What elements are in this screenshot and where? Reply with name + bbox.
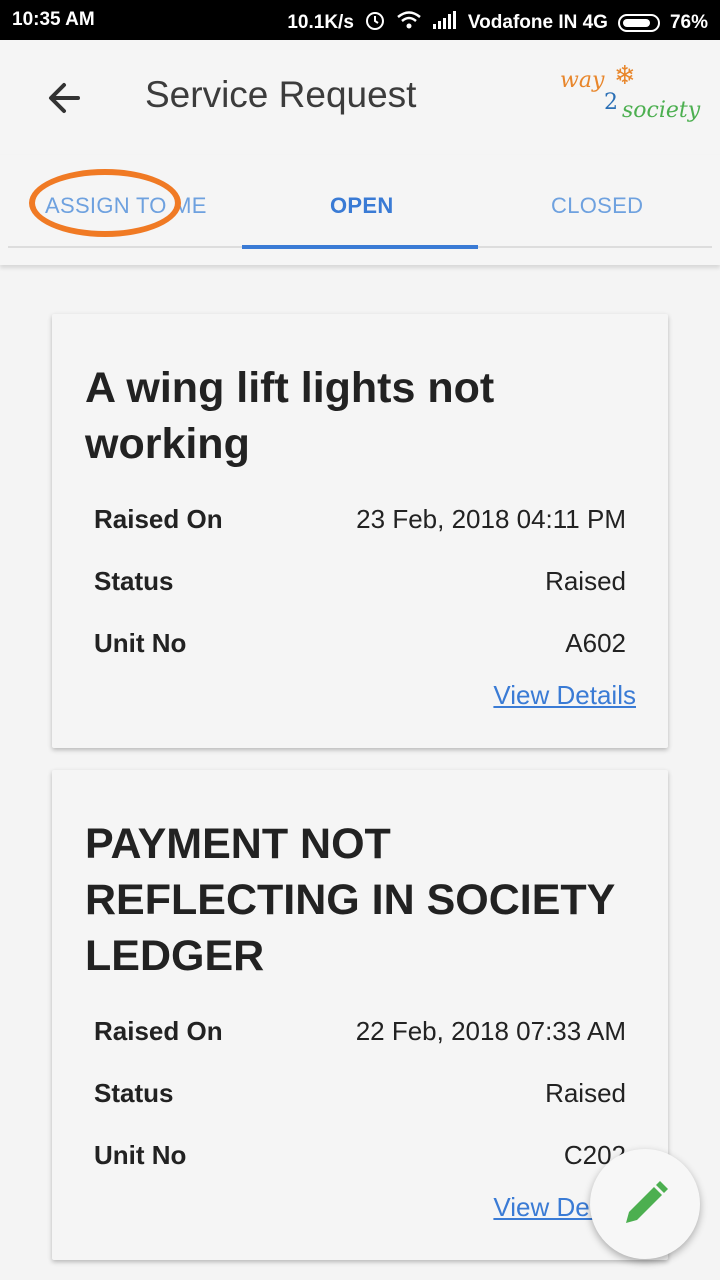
status-label: Status: [94, 566, 174, 596]
raised-on-value: 23 Feb, 2018 04:11 PM: [356, 504, 626, 534]
request-title: A wing lift lights not working: [85, 364, 495, 468]
status-bar: 10:35 AM 10.1K/s Vodafone IN 4G 76%: [0, 0, 720, 40]
network-speed: 10.1K/s: [287, 12, 354, 33]
raised-on-value: 22 Feb, 2018 07:33 AM: [355, 1016, 626, 1046]
annotation-highlight-oval: [29, 169, 181, 237]
way2society-logo: way ❄ 2 society: [560, 60, 701, 123]
unit-label: Unit No: [94, 1140, 187, 1170]
back-arrow-icon[interactable]: [44, 78, 84, 118]
active-tab-indicator: [242, 245, 478, 249]
carrier-name: Vodafone IN 4G: [467, 12, 608, 33]
tab-open[interactable]: OPEN: [330, 193, 394, 219]
raised-on-label: Raised On: [94, 1016, 223, 1046]
alarm-icon: [364, 9, 386, 37]
unit-value: A602: [565, 628, 626, 658]
request-title: PAYMENT NOT REFLECTING IN SOCIETY LEDGER: [85, 820, 615, 980]
signal-icon: [432, 10, 458, 36]
request-card[interactable]: PAYMENT NOT REFLECTING IN SOCIETY LEDGER…: [52, 770, 668, 1260]
status-right: 10.1K/s Vodafone IN 4G 76%: [287, 9, 708, 37]
tab-bar: ASSIGN TO ME OPEN CLOSED: [0, 155, 720, 265]
pencil-icon: [626, 1181, 668, 1223]
view-details-link[interactable]: View Details: [493, 680, 636, 711]
raised-on-label: Raised On: [94, 504, 223, 534]
page-title: Service Request: [145, 74, 417, 115]
status-time: 10:35 AM: [12, 9, 95, 30]
request-card[interactable]: A wing lift lights not working Raised On…: [52, 314, 668, 748]
battery-level: 76%: [669, 12, 708, 33]
snowflake-icon: ❄: [614, 60, 636, 90]
status-label: Status: [94, 1078, 174, 1108]
tab-closed[interactable]: CLOSED: [551, 193, 643, 219]
wifi-icon: [396, 10, 422, 36]
new-request-button[interactable]: [590, 1149, 700, 1259]
battery-icon: [617, 14, 660, 32]
unit-label: Unit No: [94, 628, 187, 658]
app-toolbar: Service Request way ❄ 2 society: [0, 40, 720, 155]
status-value: Raised: [545, 1078, 626, 1108]
status-value: Raised: [545, 566, 626, 596]
